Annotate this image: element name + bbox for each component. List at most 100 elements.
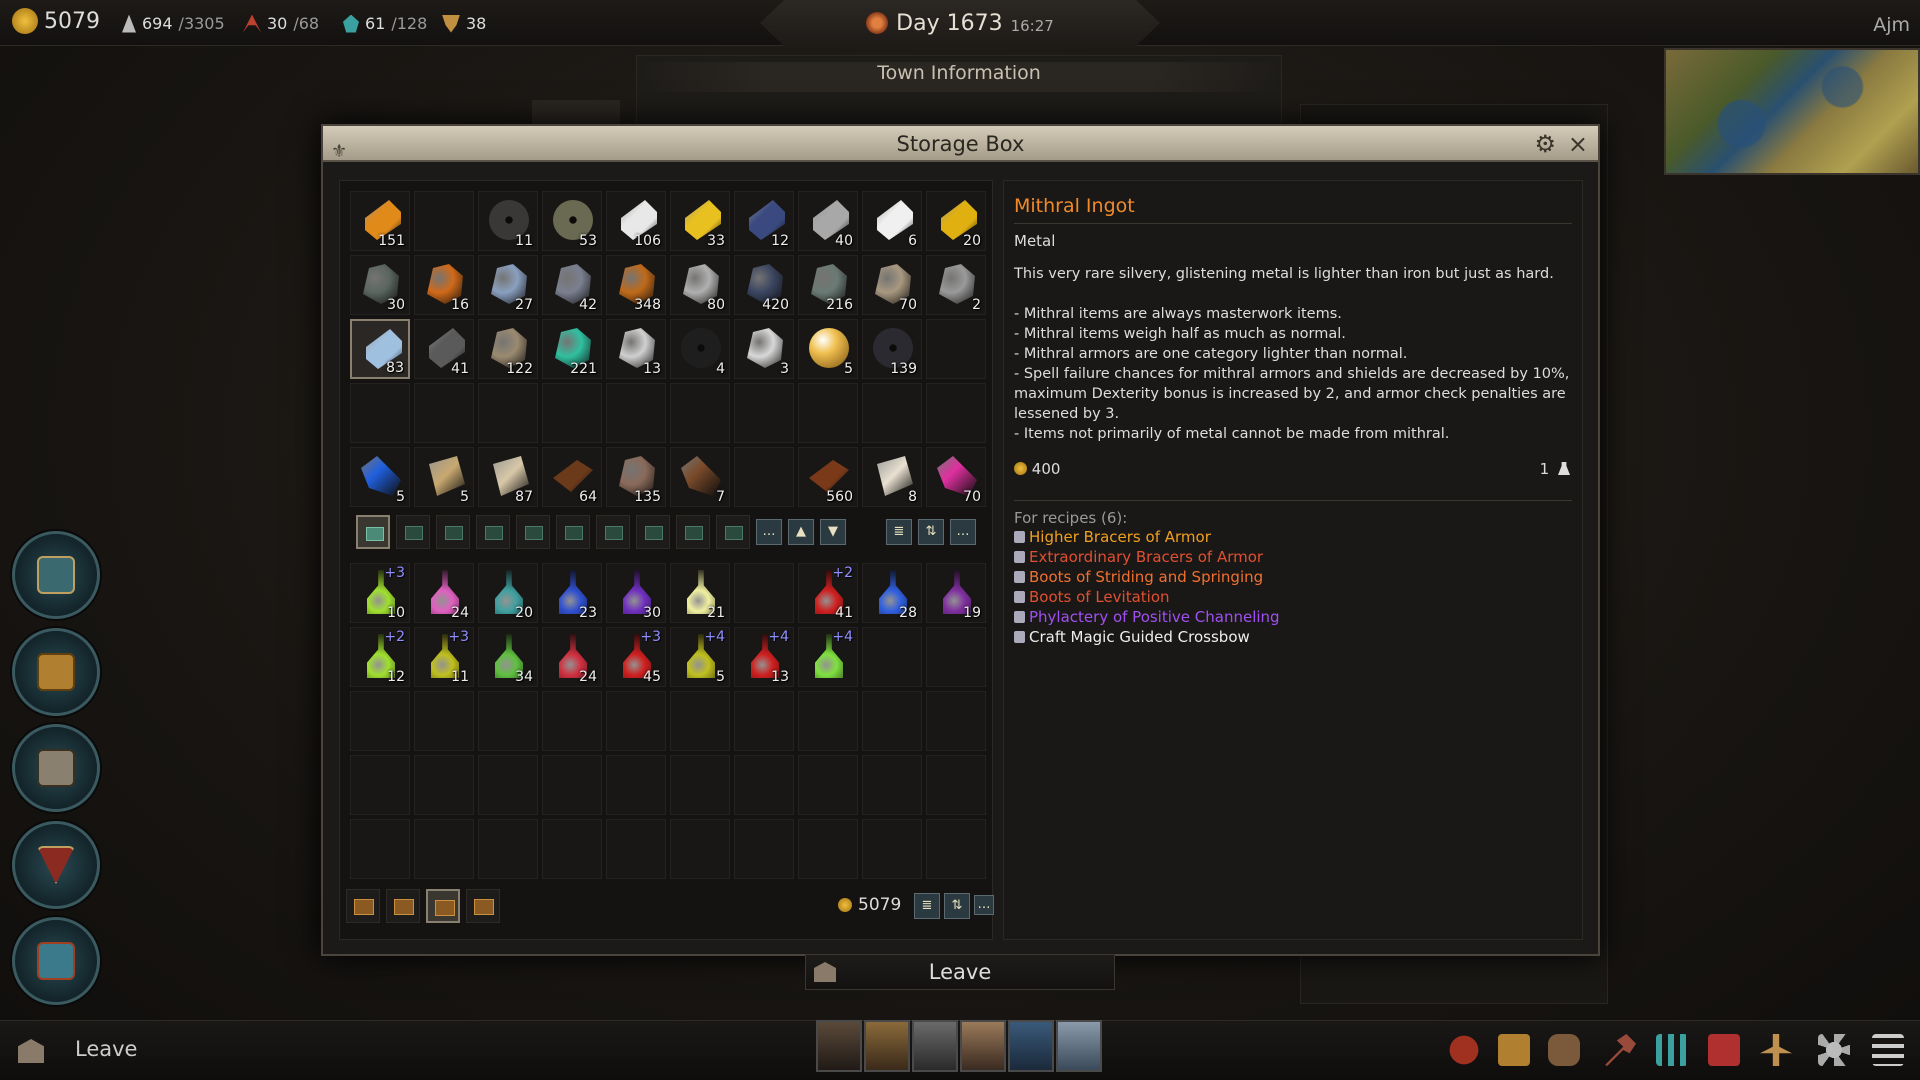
empty-slot[interactable] [350, 383, 410, 443]
storage-slot[interactable]: 45 +3 [606, 627, 666, 687]
inventory-slot[interactable]: 70 [926, 447, 986, 507]
empty-slot[interactable] [926, 755, 986, 815]
recipe-link[interactable]: Boots of Striding and Springing [1014, 567, 1572, 587]
inventory-slot[interactable]: 42 [542, 255, 602, 315]
inventory-slot[interactable]: 12 [734, 191, 794, 251]
party-portrait-6[interactable] [1056, 1020, 1102, 1072]
storage-slot[interactable]: 10 +3 [350, 563, 410, 623]
inventory-slot[interactable]: 41 [414, 319, 474, 379]
more-tabs-button[interactable]: … [756, 519, 782, 545]
inventory-slot[interactable]: 83 [350, 319, 410, 379]
settings-gear-icon[interactable] [1818, 1034, 1850, 1066]
empty-slot[interactable] [734, 563, 794, 623]
inventory-slot[interactable]: 27 [478, 255, 538, 315]
tab-7[interactable] [596, 515, 630, 549]
storage-slot[interactable]: 19 [926, 563, 986, 623]
sort-button[interactable]: ⇅ [918, 519, 944, 545]
empty-slot[interactable] [478, 819, 538, 879]
empty-slot[interactable] [542, 755, 602, 815]
inventory-slot[interactable]: 348 [606, 255, 666, 315]
empty-slot[interactable] [926, 691, 986, 751]
empty-slot[interactable] [478, 755, 538, 815]
empty-slot[interactable] [350, 691, 410, 751]
empty-slot[interactable] [414, 691, 474, 751]
inventory-slot[interactable]: 122 [478, 319, 538, 379]
recipe-link[interactable]: Phylactery of Positive Channeling [1014, 607, 1572, 627]
empty-slot[interactable] [734, 383, 794, 443]
inventory-slot[interactable]: 87 [478, 447, 538, 507]
empty-slot[interactable] [542, 819, 602, 879]
empty-slot[interactable] [414, 383, 474, 443]
close-icon[interactable]: × [1568, 130, 1588, 158]
storage-slot[interactable]: 13 +4 [734, 627, 794, 687]
inventory-slot[interactable]: 6 [862, 191, 922, 251]
recipe-link[interactable]: Craft Magic Guided Crossbow [1014, 627, 1572, 647]
tavern-button[interactable] [12, 724, 100, 812]
party-portrait-3[interactable] [912, 1020, 958, 1072]
guild-button[interactable] [12, 531, 100, 619]
empty-slot[interactable] [862, 691, 922, 751]
storage-slot[interactable]: 24 [542, 627, 602, 687]
empty-slot[interactable] [862, 755, 922, 815]
tab-6[interactable] [556, 515, 590, 549]
tab-5[interactable] [516, 515, 550, 549]
empty-slot[interactable] [478, 691, 538, 751]
inventory-slot[interactable]: 8 [862, 447, 922, 507]
inventory-slot[interactable]: 33 [670, 191, 730, 251]
inventory-slot[interactable]: 64 [542, 447, 602, 507]
tab-9[interactable] [676, 515, 710, 549]
tab-2[interactable] [396, 515, 430, 549]
empty-slot[interactable] [478, 383, 538, 443]
inventory-slot[interactable]: 13 [606, 319, 666, 379]
inventory-slot[interactable]: 80 [670, 255, 730, 315]
party-portrait-1[interactable] [816, 1020, 862, 1072]
town-tab[interactable] [532, 100, 620, 124]
empty-slot[interactable] [670, 755, 730, 815]
inventory-slot[interactable]: 16 [414, 255, 474, 315]
tab-8[interactable] [636, 515, 670, 549]
empty-slot[interactable] [670, 819, 730, 879]
storage-slot[interactable]: 41 +2 [798, 563, 858, 623]
recipe-link[interactable]: Higher Bracers of Armor [1014, 527, 1572, 547]
empty-slot[interactable] [926, 627, 986, 687]
empty-slot[interactable] [798, 691, 858, 751]
inventory-slot[interactable]: 221 [542, 319, 602, 379]
menu-icon[interactable] [1872, 1034, 1904, 1066]
bottom-leave-button[interactable]: Leave [75, 1037, 137, 1061]
chest-icon[interactable] [1498, 1034, 1530, 1066]
barrel-icon[interactable] [1548, 1034, 1580, 1066]
storage-button[interactable] [12, 628, 100, 716]
settings-gear-icon[interactable]: ⚙ [1534, 130, 1556, 158]
storage-slot[interactable]: 28 [862, 563, 922, 623]
chest-tab-1[interactable] [346, 889, 380, 923]
storage-slot[interactable]: 11 +3 [414, 627, 474, 687]
inventory-slot[interactable]: 560 [798, 447, 858, 507]
empty-slot[interactable] [926, 819, 986, 879]
party-portrait-2[interactable] [864, 1020, 910, 1072]
options-button[interactable]: … [950, 519, 976, 545]
inventory-slot[interactable]: 30 [350, 255, 410, 315]
inventory-slot[interactable]: 5 [350, 447, 410, 507]
tab-4[interactable] [476, 515, 510, 549]
storage-slot[interactable]: 23 [542, 563, 602, 623]
footer-options-button[interactable]: … [974, 895, 994, 915]
inventory-slot[interactable]: 2 [926, 255, 986, 315]
empty-slot[interactable] [798, 383, 858, 443]
empty-slot[interactable] [734, 755, 794, 815]
empty-slot[interactable] [542, 383, 602, 443]
empty-slot[interactable] [926, 319, 986, 379]
shop-button[interactable] [12, 917, 100, 1005]
formation-icon[interactable] [1656, 1034, 1688, 1066]
empty-slot[interactable] [414, 191, 474, 251]
inventory-slot[interactable]: 70 [862, 255, 922, 315]
inventory-slot[interactable]: 216 [798, 255, 858, 315]
storage-slot[interactable]: 5 +4 [670, 627, 730, 687]
inventory-slot[interactable]: 106 [606, 191, 666, 251]
inventory-slot[interactable]: 5 [798, 319, 858, 379]
barracks-button[interactable] [12, 821, 100, 909]
scroll-down-button[interactable]: ▼ [820, 519, 846, 545]
storage-slot[interactable]: 12 +2 [350, 627, 410, 687]
inventory-slot[interactable]: 40 [798, 191, 858, 251]
footer-sort-button[interactable]: ⇅ [944, 893, 970, 919]
tab-10[interactable] [716, 515, 750, 549]
